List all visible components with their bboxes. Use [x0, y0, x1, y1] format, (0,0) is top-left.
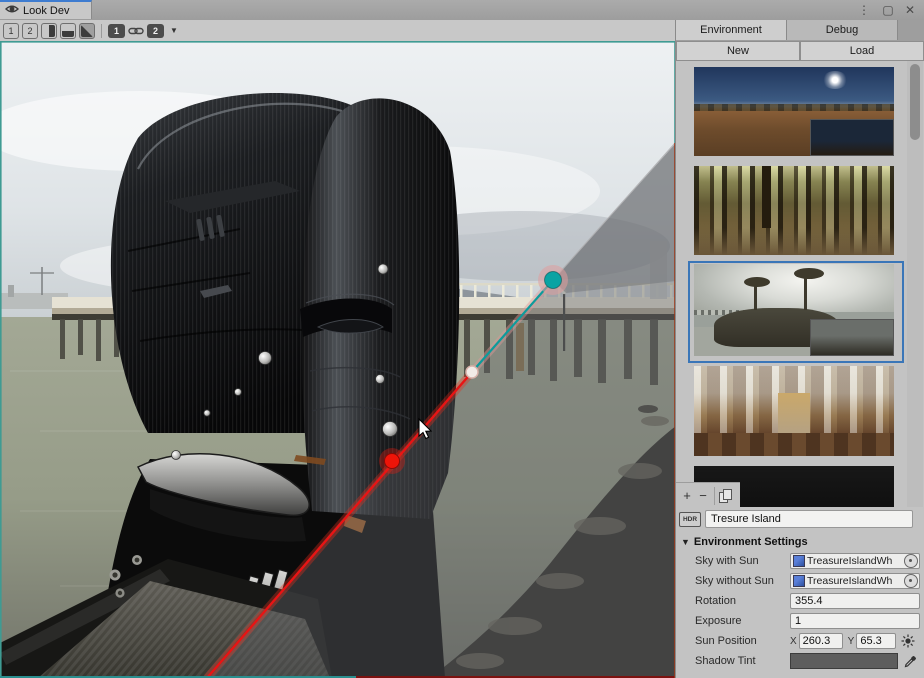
x-axis-label: X [790, 636, 797, 647]
sky-with-sun-row: Sky with Sun TreasureIslandWh [676, 551, 924, 571]
single-view-1-button[interactable]: 1 [3, 23, 19, 39]
shadow-tint-label: Shadow Tint [695, 655, 790, 667]
vertical-split-icon [49, 25, 55, 37]
library-actions: New Load [676, 41, 924, 61]
foldout-arrow-icon[interactable]: ▼ [681, 537, 690, 547]
diagonal-split-icon [81, 25, 93, 37]
sun-position-row: Sun Position X 260.3 Y 65.3 [676, 631, 924, 651]
maximize-icon[interactable]: ▢ [880, 2, 896, 18]
shadow-tint-swatch[interactable] [790, 653, 898, 669]
separator-red-handle [385, 454, 400, 469]
exposure-label: Exposure [695, 615, 790, 627]
sky-without-sun-field[interactable]: TreasureIslandWh [790, 573, 920, 589]
tab-label: Look Dev [23, 5, 69, 17]
eye-icon [5, 2, 19, 20]
shadow-inset [810, 119, 894, 156]
hdri-thumbnail-treasure-island[interactable] [694, 264, 894, 356]
settings-header-label: Environment Settings [694, 536, 808, 548]
hdri-thumbnail-forest[interactable] [694, 166, 894, 255]
toolbar-separator [101, 24, 102, 38]
panel-tab-strip: Environment Debug [676, 20, 924, 41]
rendered-scene [0, 41, 676, 678]
hdri-thumbnail-church[interactable] [694, 366, 894, 456]
lookdev-viewport[interactable] [0, 41, 676, 678]
hdr-badge-icon: HDR [679, 512, 701, 527]
tab-environment[interactable]: Environment [676, 20, 787, 40]
add-environment-button[interactable]: + [680, 488, 694, 504]
top-bottom-split-button[interactable] [60, 23, 76, 39]
rotation-field[interactable]: 355.4 [790, 593, 920, 609]
environment-name-field[interactable]: Tresure Island [705, 510, 913, 528]
camera-dropdown-button[interactable]: ▼ [167, 26, 181, 35]
object-picker-icon[interactable] [904, 554, 918, 568]
hdri-thumbnail-desert[interactable] [694, 67, 894, 156]
hdr-name-row: HDR Tresure Island [676, 507, 924, 531]
lookdev-window: { "colors": { "selection_blue": "#3a76b8… [0, 0, 924, 678]
sun-position-label: Sun Position [695, 635, 790, 647]
eyedropper-icon[interactable] [902, 653, 918, 669]
duplicate-environment-icon[interactable] [719, 489, 731, 503]
exposure-row: Exposure 1 [676, 611, 924, 631]
tab-debug[interactable]: Debug [787, 20, 898, 40]
sun-picker-icon[interactable] [900, 633, 916, 649]
single-view-2-button[interactable]: 2 [22, 23, 38, 39]
sky-with-sun-label: Sky with Sun [695, 555, 790, 567]
environment-settings-header[interactable]: ▼ Environment Settings [676, 533, 924, 551]
rotation-row: Rotation 355.4 [676, 591, 924, 611]
y-axis-label: Y [848, 636, 855, 647]
link-cameras-icon[interactable] [128, 25, 144, 37]
tab-look-dev[interactable]: Look Dev [0, 0, 92, 19]
sun-x-field[interactable]: 260.3 [799, 633, 843, 649]
load-button[interactable]: Load [800, 41, 924, 61]
shadow-inset [810, 319, 894, 356]
thumbnail-scrollbar[interactable] [907, 61, 923, 507]
sun-glare [822, 71, 848, 89]
window-titlebar: Look Dev ⋮ ▢ ✕ [0, 0, 924, 21]
camera-2-button[interactable]: 2 [147, 24, 164, 38]
environment-panel: New Load [676, 41, 924, 678]
remove-environment-button[interactable]: − [696, 488, 710, 504]
cubemap-icon [793, 575, 805, 587]
object-picker-icon[interactable] [904, 574, 918, 588]
rotation-label: Rotation [695, 595, 790, 607]
camera-1-button[interactable]: 1 [108, 24, 125, 38]
close-icon[interactable]: ✕ [902, 2, 918, 18]
shadow-tint-row: Shadow Tint [676, 651, 924, 671]
list-action-bar: + − [676, 482, 740, 507]
side-by-side-split-button[interactable] [41, 23, 57, 39]
separator-teal-handle [545, 272, 562, 289]
sky-with-sun-field[interactable]: TreasureIslandWh [790, 553, 920, 569]
sky-without-sun-row: Sky without Sun TreasureIslandWh [676, 571, 924, 591]
lookdev-toolbar: 1 2 1 2 ▼ [0, 20, 676, 41]
panel-divider[interactable] [675, 20, 676, 678]
diagonal-split-button[interactable] [79, 23, 95, 39]
window-menu-icon[interactable]: ⋮ [856, 2, 872, 18]
sun-y-field[interactable]: 65.3 [856, 633, 896, 649]
horizontal-split-icon [62, 31, 74, 37]
cubemap-icon [793, 555, 805, 567]
separator-center-handle [466, 366, 478, 378]
exposure-field[interactable]: 1 [790, 613, 920, 629]
scrollbar-thumb[interactable] [910, 64, 920, 140]
hdri-thumbnail-list[interactable]: + − [676, 61, 924, 507]
sky-without-sun-label: Sky without Sun [695, 575, 790, 587]
new-button[interactable]: New [676, 41, 800, 61]
